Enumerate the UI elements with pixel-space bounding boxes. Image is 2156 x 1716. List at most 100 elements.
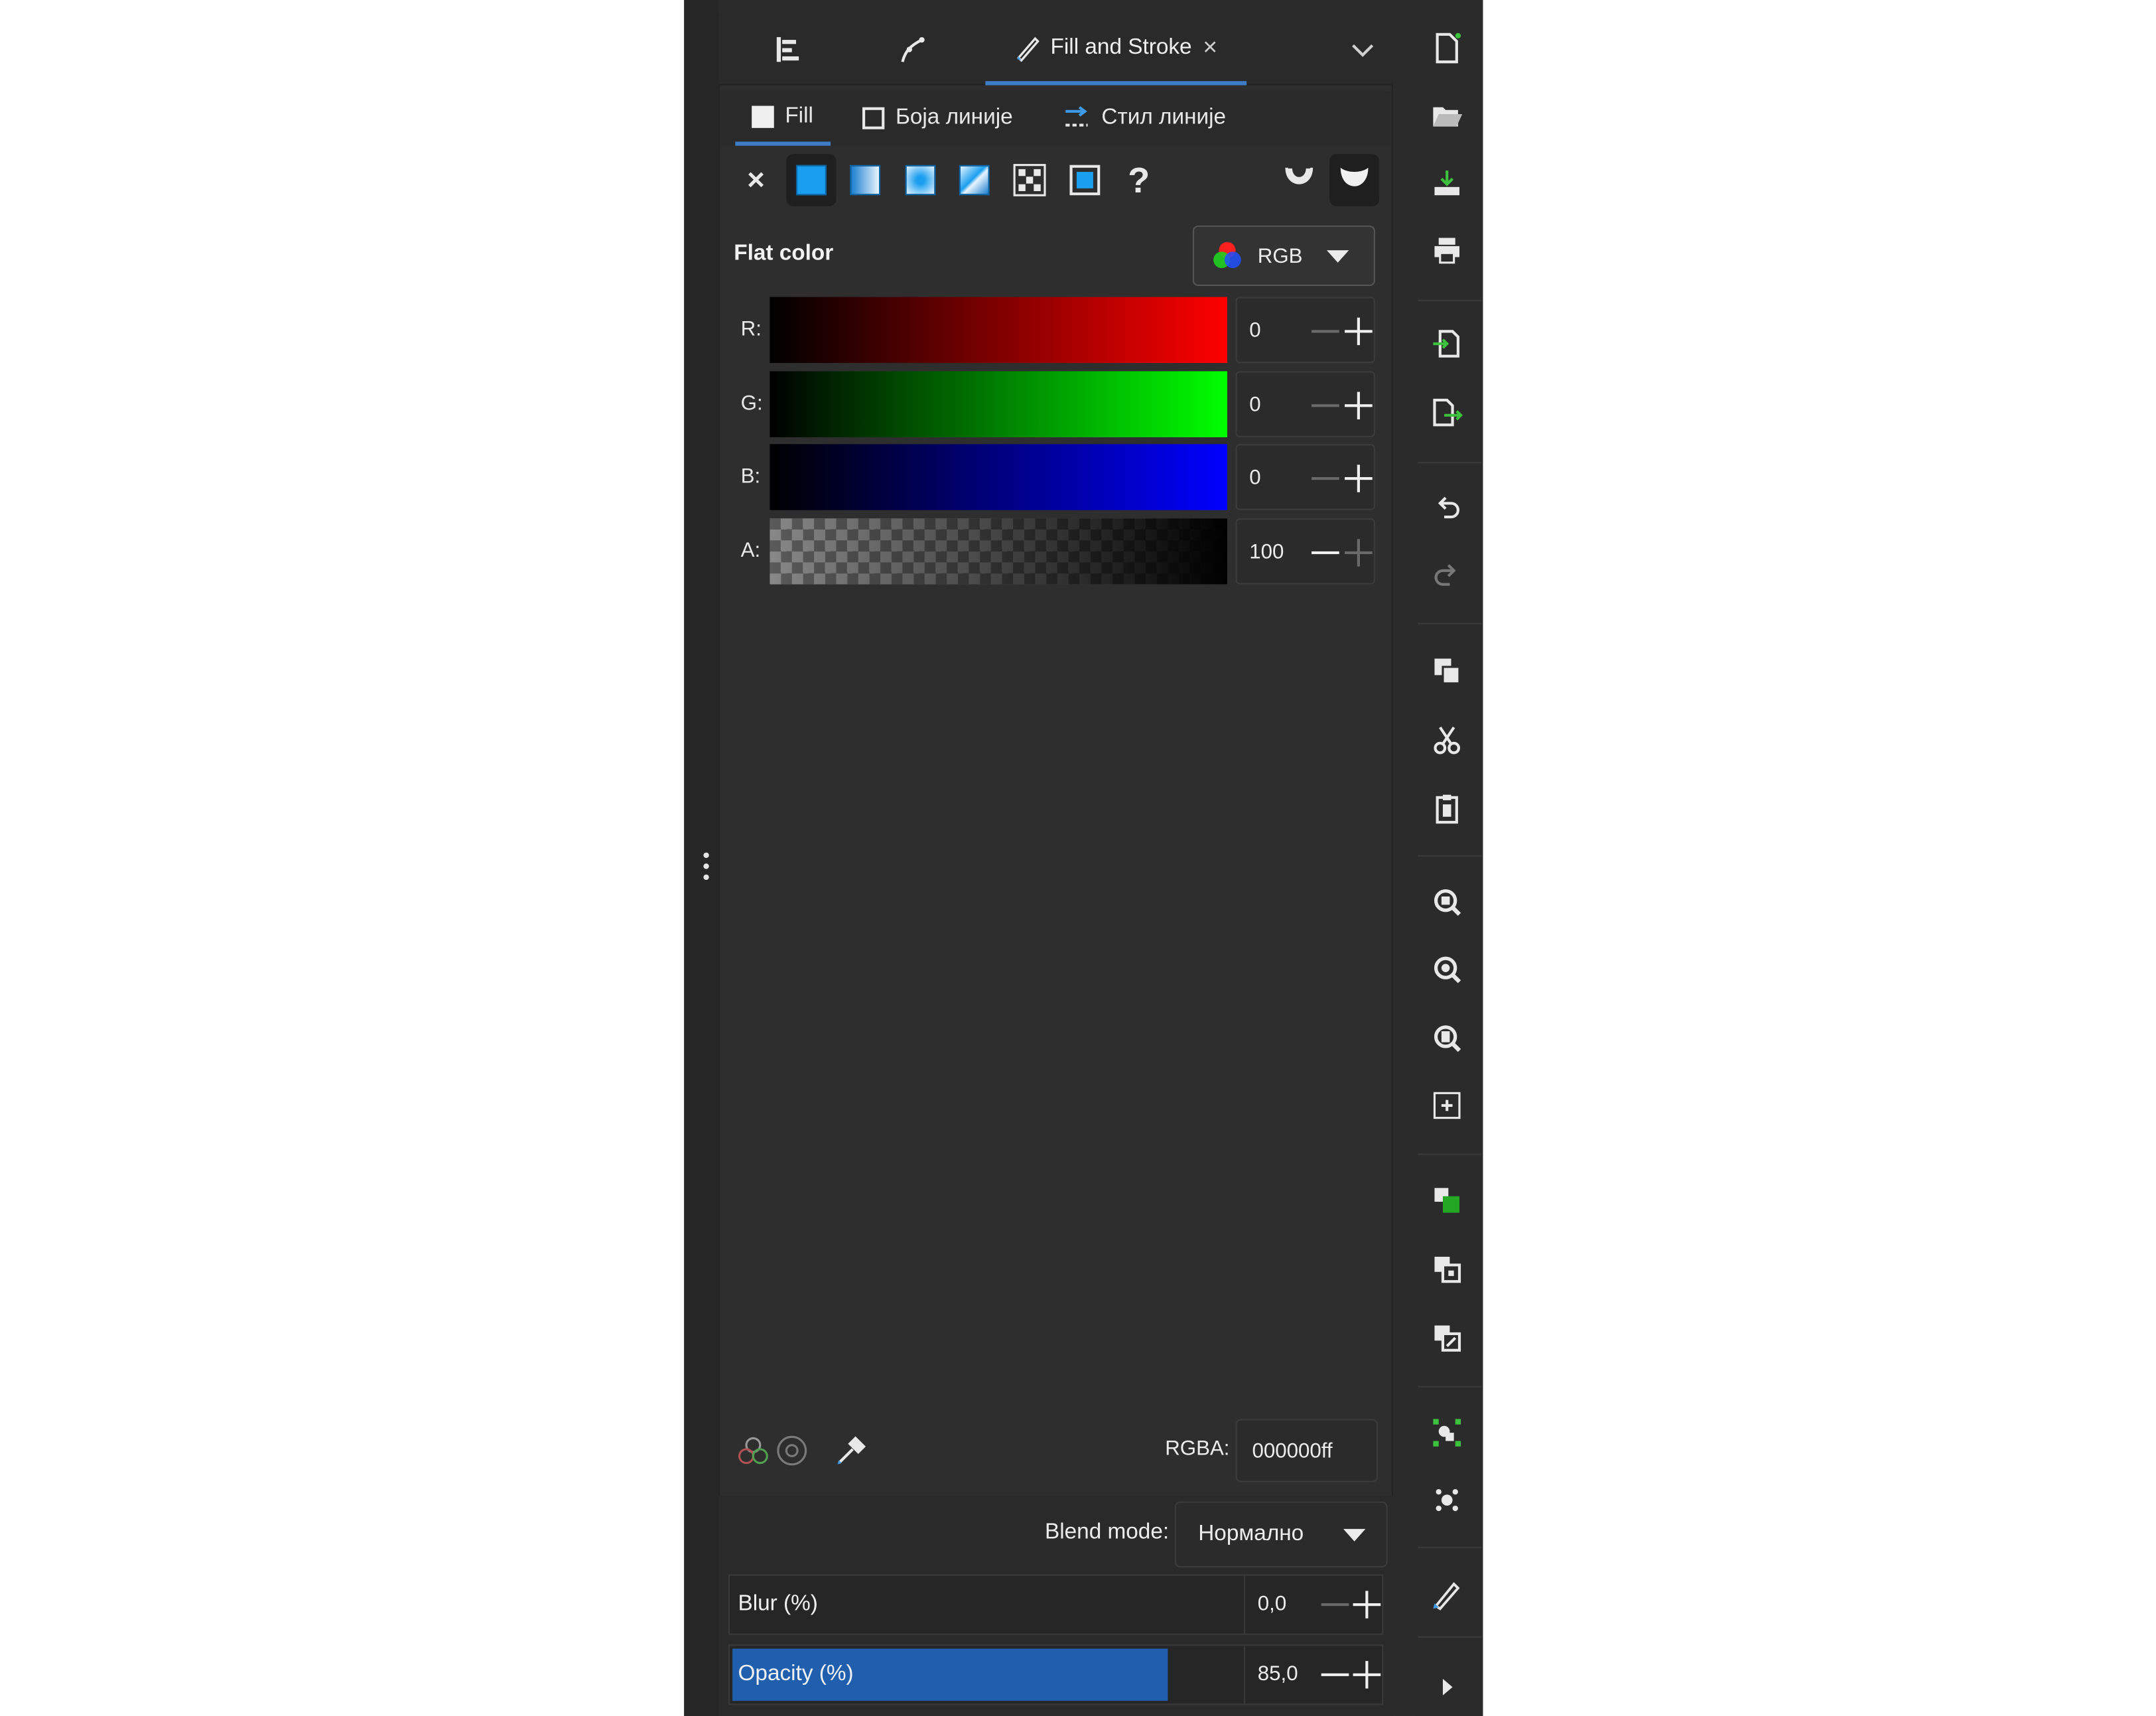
ungroup-icon bbox=[1436, 1489, 1458, 1512]
align-icon bbox=[776, 36, 799, 62]
clone-icon bbox=[1434, 1256, 1461, 1283]
color-wheel-icon bbox=[1213, 242, 1241, 269]
tab-stroke-style[interactable]: Стил линије bbox=[1063, 91, 1243, 146]
fill-rule-evenodd-icon bbox=[1285, 167, 1314, 184]
out-of-gamut-icon[interactable] bbox=[775, 1434, 809, 1474]
fill-checkbox-icon bbox=[752, 105, 774, 127]
paint-unset-button[interactable]: ? bbox=[1114, 154, 1164, 206]
redo-icon bbox=[1434, 564, 1456, 586]
print-icon bbox=[1434, 238, 1459, 264]
duplicate-button[interactable] bbox=[1426, 1180, 1467, 1221]
toolbar-separator bbox=[1418, 462, 1482, 464]
minus-icon[interactable] bbox=[1312, 404, 1339, 407]
paint-mesh-button[interactable] bbox=[949, 154, 999, 206]
channel-r-value: 0 bbox=[1249, 319, 1261, 342]
export-button[interactable] bbox=[1426, 392, 1467, 433]
paste-button[interactable] bbox=[1426, 788, 1467, 829]
paint-pattern-button[interactable] bbox=[1005, 154, 1055, 206]
channel-r-slider[interactable] bbox=[770, 297, 1227, 364]
blend-mode-value: Нормално bbox=[1198, 1522, 1304, 1546]
group-button[interactable] bbox=[1426, 1412, 1467, 1453]
copy-button[interactable] bbox=[1426, 650, 1467, 691]
minus-icon[interactable] bbox=[1312, 551, 1339, 555]
duplicate-icon bbox=[1434, 1188, 1459, 1213]
save-icon bbox=[1434, 170, 1459, 196]
tab-stroke-paint[interactable]: Боја линије bbox=[862, 91, 1042, 146]
channel-g-slider[interactable] bbox=[770, 371, 1227, 437]
redo-button[interactable] bbox=[1426, 554, 1467, 595]
toolbar-separator bbox=[1418, 1386, 1482, 1388]
minus-icon[interactable] bbox=[1312, 330, 1339, 333]
minus-icon[interactable] bbox=[1312, 477, 1339, 480]
eyedropper-icon[interactable] bbox=[833, 1433, 869, 1475]
channel-a-slider[interactable] bbox=[770, 518, 1227, 585]
open-button[interactable] bbox=[1426, 95, 1467, 136]
toolbar-separator bbox=[1418, 622, 1482, 624]
channel-a-value: 100 bbox=[1249, 540, 1284, 564]
minus-icon[interactable] bbox=[1321, 1603, 1349, 1607]
paint-radial-gradient-button[interactable] bbox=[896, 154, 945, 206]
tab-node-editor[interactable] bbox=[878, 14, 947, 86]
question-icon: ? bbox=[1128, 159, 1150, 200]
stroke-style-icon bbox=[1065, 106, 1088, 127]
close-icon[interactable]: × bbox=[1203, 33, 1217, 62]
ungroup-button[interactable] bbox=[1426, 1480, 1467, 1521]
channel-b-spinbutton[interactable]: 0 bbox=[1235, 444, 1375, 510]
zoom-selection-button[interactable] bbox=[1426, 881, 1467, 922]
toolbar-separator bbox=[1418, 855, 1482, 857]
new-document-button[interactable] bbox=[1426, 27, 1467, 68]
paint-linear-gradient-button[interactable] bbox=[841, 154, 890, 206]
tab-fill-and-stroke[interactable]: Fill and Stroke × bbox=[985, 14, 1247, 86]
tab-fill[interactable]: Fill bbox=[735, 91, 831, 146]
channel-r-spinbutton[interactable]: 0 bbox=[1235, 297, 1375, 364]
channel-g-label: G: bbox=[740, 392, 763, 415]
zoom-center-icon bbox=[1433, 1092, 1461, 1119]
open-icon bbox=[1433, 107, 1463, 127]
tab-align[interactable] bbox=[753, 14, 822, 86]
zoom-page-icon bbox=[1434, 1025, 1461, 1052]
rgba-input[interactable]: 000000ff bbox=[1235, 1419, 1379, 1482]
channel-b-label: B: bbox=[740, 465, 761, 488]
toolbar-separator bbox=[1418, 299, 1482, 301]
more-button[interactable] bbox=[1426, 1666, 1467, 1707]
paste-icon bbox=[1436, 794, 1458, 824]
save-button[interactable] bbox=[1426, 163, 1467, 204]
dock-menu-button[interactable] bbox=[1332, 14, 1393, 86]
channel-b-value: 0 bbox=[1249, 466, 1261, 490]
color-mode-value: RGB bbox=[1257, 244, 1303, 268]
tab-fill-label: Fill bbox=[785, 104, 813, 127]
cut-icon bbox=[1434, 726, 1461, 754]
color-managed-icon[interactable] bbox=[735, 1434, 771, 1476]
fill-rule-evenodd-button[interactable] bbox=[1274, 154, 1324, 206]
paint-none-button[interactable]: × bbox=[731, 154, 781, 206]
minus-icon[interactable] bbox=[1321, 1673, 1349, 1676]
clone-button[interactable] bbox=[1426, 1248, 1467, 1289]
rgba-label: RGBA: bbox=[1165, 1437, 1230, 1461]
fill-rule-nonzero-button[interactable] bbox=[1329, 154, 1380, 206]
chevron-down-icon bbox=[1326, 250, 1349, 262]
blur-slider[interactable]: Blur (%) 0,0 bbox=[728, 1574, 1384, 1635]
fill-stroke-button[interactable] bbox=[1426, 1575, 1467, 1616]
channel-g-spinbutton[interactable]: 0 bbox=[1235, 371, 1375, 437]
channel-r-label: R: bbox=[740, 317, 762, 341]
radial-gradient-icon bbox=[905, 165, 936, 196]
channel-a-spinbutton[interactable]: 100 bbox=[1235, 518, 1375, 585]
opacity-value: 85,0 bbox=[1257, 1662, 1298, 1686]
print-button[interactable] bbox=[1426, 230, 1467, 271]
channel-b-slider[interactable] bbox=[770, 444, 1227, 510]
zoom-drawing-button[interactable] bbox=[1426, 949, 1467, 990]
import-button[interactable] bbox=[1426, 323, 1467, 364]
blend-mode-select[interactable]: Нормално bbox=[1174, 1501, 1388, 1568]
undo-button[interactable] bbox=[1426, 487, 1467, 528]
close-icon: × bbox=[747, 162, 765, 197]
paint-swatch-button[interactable] bbox=[1060, 154, 1110, 206]
zoom-center-button[interactable] bbox=[1426, 1085, 1467, 1126]
unlink-clone-button[interactable] bbox=[1426, 1317, 1467, 1358]
zoom-selection-icon bbox=[1434, 889, 1461, 916]
paint-flat-button[interactable] bbox=[786, 154, 837, 206]
dock-resize-handle[interactable] bbox=[702, 852, 708, 881]
color-mode-select[interactable]: RGB bbox=[1192, 225, 1375, 286]
zoom-page-button[interactable] bbox=[1426, 1017, 1467, 1058]
cut-button[interactable] bbox=[1426, 719, 1467, 760]
opacity-slider[interactable]: Opacity (%) 85,0 bbox=[728, 1644, 1384, 1705]
